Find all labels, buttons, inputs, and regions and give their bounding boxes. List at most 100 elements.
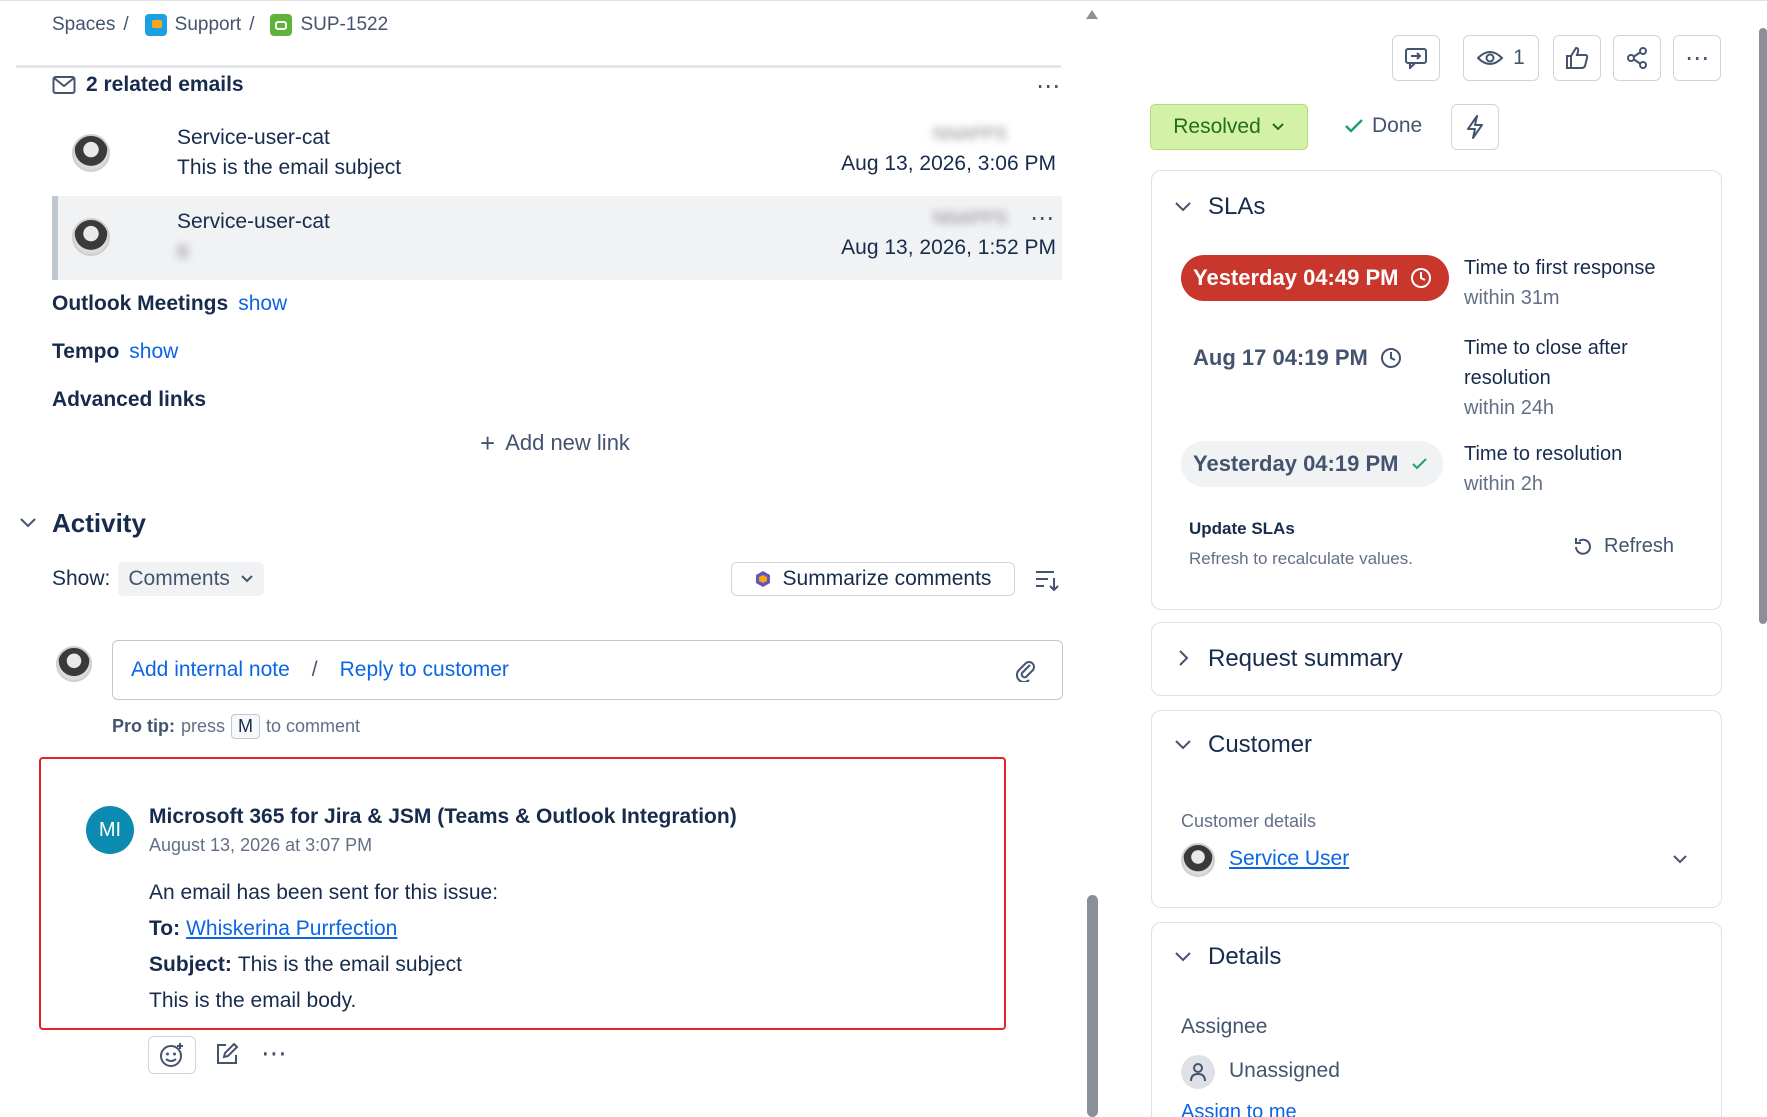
email-blurred-tag: NNAPPS [932, 208, 1007, 228]
sla-goal: within 31m [1464, 287, 1560, 309]
update-slas-title: Update SLAs [1189, 519, 1295, 538]
breadcrumb-project[interactable]: Support [175, 14, 242, 36]
edit-icon[interactable] [214, 1041, 240, 1067]
pro-tip-rest: to comment [266, 716, 361, 736]
activity-title: Activity [52, 508, 146, 538]
email-date: Aug 13, 2026, 3:06 PM [841, 152, 1056, 175]
breadcrumb-spaces[interactable]: Spaces [52, 14, 115, 36]
highlighted-comment: MI Microsoft 365 for Jira & JSM (Teams &… [39, 757, 1006, 1030]
chevron-right-icon [1178, 649, 1190, 667]
pro-tip: Pro tip: press M to comment [112, 714, 360, 739]
paperclip-icon[interactable] [1014, 658, 1036, 682]
sort-icon[interactable] [1034, 568, 1060, 592]
vote-button[interactable] [1553, 35, 1601, 81]
assignee-label: Assignee [1181, 1015, 1268, 1038]
add-new-link-button[interactable]: + Add new link [480, 430, 630, 456]
breadcrumb-issue-key[interactable]: SUP-1522 [300, 14, 388, 36]
tempo-row: Tempo show [52, 340, 178, 364]
check-icon [1345, 119, 1363, 133]
resolution-value: Done [1372, 114, 1423, 137]
summarize-comments-button[interactable]: Summarize comments [731, 562, 1015, 596]
scrollbar-thumb[interactable] [1087, 895, 1098, 1117]
mail-icon [52, 75, 76, 95]
comment-subject-label: Subject: [149, 953, 232, 976]
customer-collapse-toggle[interactable] [1174, 739, 1192, 751]
customer-expand-toggle[interactable] [1672, 854, 1688, 864]
sla-label: Time to first response [1464, 257, 1656, 279]
outlook-meetings-row: Outlook Meetings show [52, 292, 287, 316]
add-internal-note-link[interactable]: Add internal note [131, 658, 290, 682]
more-actions-button[interactable]: ⋯ [1673, 35, 1721, 81]
resolution: Done [1344, 114, 1422, 138]
pro-tip-label: Pro tip: [112, 716, 175, 736]
comment-body: This is the email body. [149, 989, 357, 1012]
divider [16, 65, 1061, 68]
customer-panel: Customer Customer details Service User [1151, 710, 1722, 908]
sla-label: Time to resolution [1464, 443, 1623, 465]
right-scrollbar-thumb[interactable] [1759, 28, 1767, 624]
chevron-down-icon [1175, 740, 1191, 750]
user-icon [1181, 1055, 1215, 1089]
request-summary-panel[interactable]: Request summary [1151, 622, 1722, 696]
sla-breached-pill: Yesterday 04:49 PM [1181, 255, 1449, 301]
keyboard-key: M [231, 714, 261, 739]
sla-label: Time to close after [1464, 337, 1628, 359]
watch-button[interactable]: 1 [1463, 35, 1539, 81]
comment-subject-value: This is the email subject [237, 953, 462, 976]
email-row[interactable]: Service-user-cat This is the email subje… [52, 118, 1062, 190]
email-date: Aug 13, 2026, 1:52 PM [841, 236, 1056, 259]
refresh-icon [1575, 537, 1591, 555]
assign-to-me-link[interactable]: Assign to me [1181, 1101, 1297, 1117]
avatar [56, 646, 92, 682]
feedback-icon [1405, 48, 1427, 69]
refresh-label: Refresh [1604, 535, 1675, 557]
assignee-value[interactable]: Unassigned [1229, 1059, 1340, 1083]
chevron-down-icon [1175, 202, 1191, 212]
breadcrumb: Spaces / Support / SUP-1522 [52, 14, 388, 36]
related-emails-more-button[interactable]: ⋯ [1036, 72, 1062, 101]
slas-collapse-toggle[interactable] [1174, 201, 1192, 213]
tempo-show-link[interactable]: show [129, 340, 178, 364]
outlook-meetings-show-link[interactable]: show [238, 292, 287, 316]
comment-more-button[interactable]: ⋯ [261, 1038, 287, 1069]
email-row-selected[interactable]: Service-user-cat B NNAPPS ⋯ Aug 13, 2026… [52, 196, 1062, 280]
pro-tip-press: press [181, 716, 226, 736]
avatar [1181, 843, 1215, 877]
sla-time: Aug 17 04:19 PM [1193, 345, 1368, 370]
related-emails-header: 2 related emails [52, 73, 244, 97]
reply-to-customer-link[interactable]: Reply to customer [340, 658, 509, 682]
activity-collapse-toggle[interactable] [18, 516, 38, 530]
email-row-more-button[interactable]: ⋯ [1030, 204, 1054, 233]
feedback-button[interactable] [1392, 35, 1440, 81]
lightning-icon [1467, 115, 1483, 139]
details-collapse-toggle[interactable] [1174, 951, 1192, 963]
check-icon [1412, 457, 1428, 469]
clock-icon [1380, 348, 1401, 368]
sla-label-cont: resolution [1464, 367, 1551, 389]
show-filter-select[interactable]: Comments [118, 562, 264, 596]
comment-to-link[interactable]: Whiskerina Purrfection [186, 917, 397, 941]
scrollbar-up-arrow[interactable] [1086, 10, 1098, 19]
avatar [72, 218, 110, 256]
chevron-down-icon [1175, 952, 1191, 962]
mi-avatar: MI [86, 806, 134, 854]
share-button[interactable] [1613, 35, 1661, 81]
details-title: Details [1208, 943, 1282, 970]
plus-icon: + [480, 428, 496, 458]
status-value: Resolved [1173, 115, 1261, 138]
customer-details-label: Customer details [1181, 811, 1317, 831]
automation-button[interactable] [1451, 104, 1499, 150]
activity-filter: Show: Comments [52, 562, 264, 596]
comment-line1: An email has been sent for this issue: [149, 881, 499, 904]
refresh-button[interactable]: Refresh [1572, 535, 1674, 558]
customer-name-link[interactable]: Service User [1229, 847, 1349, 871]
slas-panel: SLAs Yesterday 04:49 PM Time to first re… [1151, 170, 1722, 610]
outlook-meetings-label: Outlook Meetings [52, 292, 229, 315]
add-reaction-button[interactable] [148, 1036, 196, 1074]
status-dropdown[interactable]: Resolved [1150, 104, 1308, 150]
sla-goal: within 2h [1464, 473, 1543, 495]
comment-to-row: To: Whiskerina Purrfection [149, 917, 397, 941]
comment-editor[interactable]: Add internal note / Reply to customer [112, 640, 1063, 700]
comment-author: Microsoft 365 for Jira & JSM (Teams & Ou… [149, 805, 737, 828]
top-border [0, 0, 1767, 1]
